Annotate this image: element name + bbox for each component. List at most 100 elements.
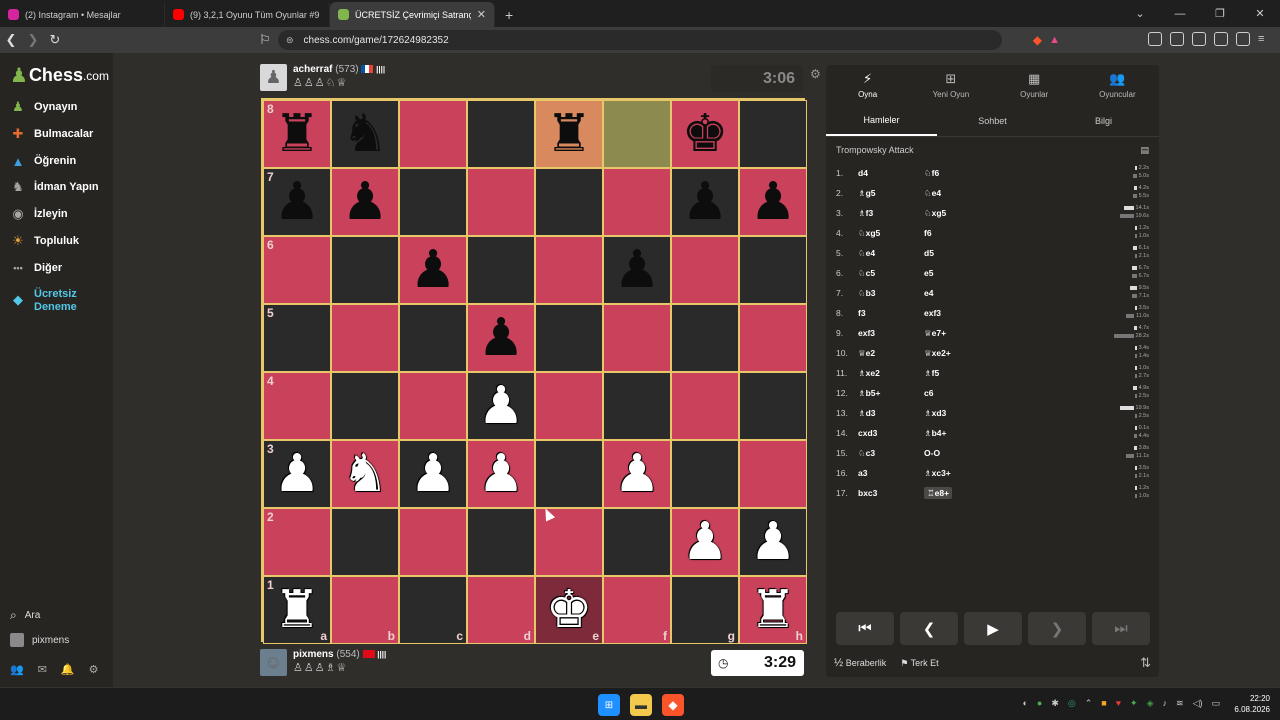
white-pawn-piece[interactable]: ♟	[478, 448, 525, 500]
square-f4[interactable]	[603, 372, 671, 440]
brave-shield-icon[interactable]: ◆	[1033, 33, 1042, 47]
black-move[interactable]: ♗xd3	[924, 408, 1044, 419]
menu-icon[interactable]: ≡	[1258, 32, 1272, 46]
white-pawn-piece[interactable]: ♟	[274, 448, 321, 500]
sidebar-item-train[interactable]: ♞ İdman Yapın	[10, 179, 98, 195]
brave-rewards-icon[interactable]: ▲	[1049, 34, 1060, 46]
square-c3[interactable]: ♟	[399, 440, 467, 508]
new-tab-button[interactable]: +	[495, 2, 523, 27]
mail-icon[interactable]: ✉	[38, 663, 47, 676]
play-button[interactable]: ▶	[964, 612, 1022, 645]
square-g2[interactable]: ♟	[671, 508, 739, 576]
square-c1[interactable]: c	[399, 576, 467, 644]
black-move[interactable]: d5	[924, 248, 1044, 258]
tab-play[interactable]: ⚡ Oyna	[826, 65, 909, 105]
black-move[interactable]: c6	[924, 388, 1044, 398]
tray-app-icon[interactable]: ✱	[1051, 698, 1059, 709]
start-icon[interactable]: ⊞	[598, 694, 620, 716]
white-rook-piece[interactable]: ♜	[750, 584, 797, 636]
square-d7[interactable]	[467, 168, 535, 236]
flip-board-icon[interactable]: ⇅	[1140, 655, 1151, 671]
black-move[interactable]: ♕xe2+	[924, 348, 1044, 359]
white-move[interactable]: ♘c5	[858, 268, 924, 279]
square-g6[interactable]	[671, 236, 739, 304]
sidebar-item-community[interactable]: ☀ Topluluk	[10, 233, 79, 249]
book-icon[interactable]: ▤	[1140, 145, 1149, 156]
bookmark-icon[interactable]: ⚐	[254, 32, 276, 48]
square-c8[interactable]	[399, 100, 467, 168]
microphone-icon[interactable]: ♪	[1163, 698, 1168, 709]
black-pawn-piece[interactable]: ♟	[682, 176, 729, 228]
settings-icon[interactable]: ⚙	[89, 663, 99, 676]
brave-browser-icon[interactable]: ◆	[662, 694, 684, 716]
chevron-up-icon[interactable]: ⌃	[1085, 698, 1093, 709]
black-move[interactable]: ♘e4	[924, 188, 1044, 199]
white-move[interactable]: bxc3	[858, 488, 924, 498]
square-h6[interactable]	[739, 236, 807, 304]
last-move-button[interactable]: ⏭	[1092, 612, 1150, 645]
volume-icon[interactable]: ◁)	[1193, 698, 1203, 709]
black-move[interactable]: ♗b4+	[924, 428, 1044, 439]
square-d8[interactable]	[467, 100, 535, 168]
square-f5[interactable]	[603, 304, 671, 372]
black-move[interactable]: e5	[924, 268, 1044, 278]
white-move[interactable]: ♘xg5	[858, 228, 924, 239]
square-g5[interactable]	[671, 304, 739, 372]
square-f1[interactable]: f	[603, 576, 671, 644]
black-move[interactable]: f6	[924, 228, 1044, 238]
sidebar-toggle-icon[interactable]	[1170, 32, 1184, 46]
white-move[interactable]: f3	[858, 308, 924, 318]
white-rook-piece[interactable]: ♜	[274, 584, 321, 636]
square-c5[interactable]	[399, 304, 467, 372]
black-knight-piece[interactable]: ♞	[342, 108, 389, 160]
reload-icon[interactable]: ↻	[44, 32, 66, 48]
sidebar-item-free-trial[interactable]: ◆ Ücretsiz Deneme	[10, 288, 77, 314]
back-icon[interactable]: ❮	[0, 32, 22, 48]
square-e4[interactable]	[535, 372, 603, 440]
white-move[interactable]: ♘b3	[858, 288, 924, 299]
chess-logo[interactable]: ♟ Chess .com	[10, 63, 109, 88]
black-move[interactable]: e4	[924, 288, 1044, 298]
tray-app-icon[interactable]: ♥	[1116, 698, 1121, 709]
square-b7[interactable]: ♟	[331, 168, 399, 236]
sidebar-profile[interactable]: pixmens	[10, 633, 69, 647]
black-pawn-piece[interactable]: ♟	[750, 176, 797, 228]
browser-tab-chess[interactable]: ÜCRETSİZ Çevrimiçi Satranç (... ✕	[330, 2, 495, 27]
opponent-avatar[interactable]: ♟	[260, 64, 287, 91]
white-move[interactable]: ♗f3	[858, 208, 924, 219]
tab-players[interactable]: 👥 Oyuncular	[1076, 65, 1159, 105]
square-h7[interactable]: ♟	[739, 168, 807, 236]
tray-app-icon[interactable]: ◐	[1022, 698, 1027, 709]
square-b3[interactable]: ♞	[331, 440, 399, 508]
battery-icon[interactable]: ▭	[1211, 698, 1220, 709]
board-settings-icon[interactable]: ⚙	[810, 67, 821, 81]
taskbar-clock[interactable]: 22:20 6.08.2026	[1234, 693, 1270, 715]
opening-name[interactable]: Trompowsky Attack	[836, 145, 914, 155]
square-f2[interactable]	[603, 508, 671, 576]
black-move[interactable]: ♕e7+	[924, 328, 1044, 339]
black-pawn-piece[interactable]: ♟	[478, 312, 525, 364]
sidebar-item-watch[interactable]: ◉ İzleyin	[10, 206, 67, 222]
white-knight-piece[interactable]: ♞	[342, 448, 389, 500]
black-rook-piece[interactable]: ♜	[546, 108, 593, 160]
browser-tab-instagram[interactable]: (2) Instagram • Mesajlar	[0, 2, 165, 27]
tray-app-icon[interactable]: ■	[1101, 698, 1106, 709]
black-move[interactable]: O-O	[924, 448, 1044, 458]
square-f7[interactable]	[603, 168, 671, 236]
white-move[interactable]: ♕e2	[858, 348, 924, 359]
square-c7[interactable]	[399, 168, 467, 236]
square-a7[interactable]: 7 ♟	[263, 168, 331, 236]
square-a6[interactable]: 6	[263, 236, 331, 304]
white-move[interactable]: ♗d3	[858, 408, 924, 419]
player-avatar[interactable]: ☺	[260, 649, 287, 676]
black-rook-piece[interactable]: ♜	[274, 108, 321, 160]
forward-icon[interactable]: ❯	[22, 32, 44, 48]
square-d3[interactable]: ♟	[467, 440, 535, 508]
opponent-name[interactable]: acherraf	[293, 64, 332, 75]
square-d2[interactable]	[467, 508, 535, 576]
chess-board[interactable]: 8 ♜ ♞ ♜ ♚ 7 ♟ ♟ ♟ ♟ 6 ♟ ♟ 5 ♟ 4 ♟ 3 ♟ ♞ ♟ ♟ ♟ 2 ♟ ♟ 1 a ♜ b c d e ♚ f g h ♜	[261, 98, 807, 644]
white-king-piece[interactable]: ♚	[546, 584, 593, 636]
bell-icon[interactable]: 🔔	[61, 663, 75, 676]
close-tab-icon[interactable]: ✕	[477, 8, 486, 21]
white-move[interactable]: ♘c3	[858, 448, 924, 459]
